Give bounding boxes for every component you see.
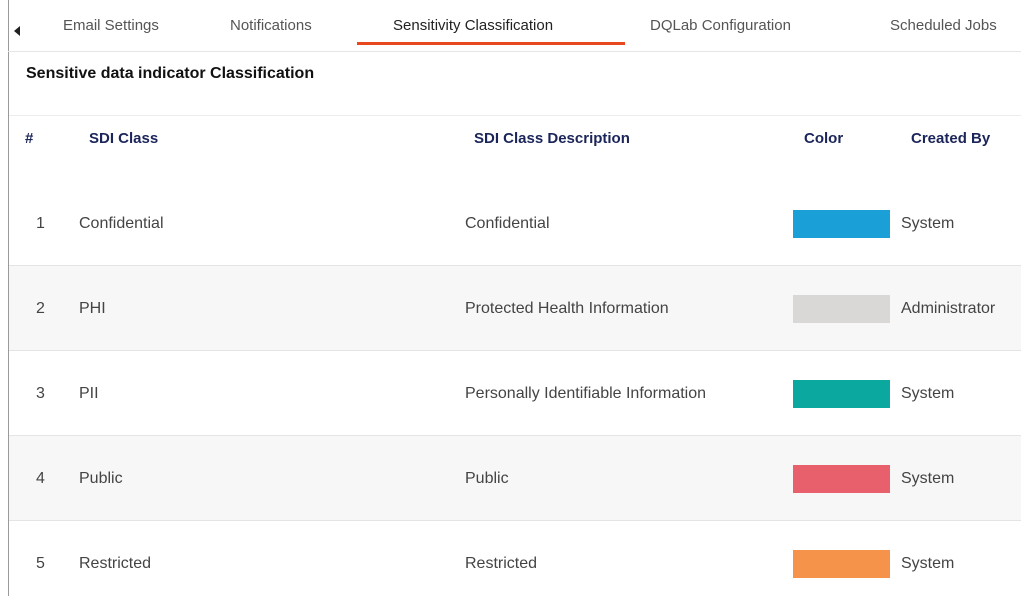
section-title: Sensitive data indicator Classification [26,65,315,82]
row-created-by: System [901,215,955,232]
row-sdi-class: PII [79,385,99,402]
row-sdi-class: Confidential [79,215,164,232]
row-index: 1 [36,215,45,232]
row-created-by: Administrator [901,300,996,317]
table-row[interactable]: 1 Confidential Confidential System [9,180,1021,265]
column-header-description[interactable]: SDI Class Description [474,130,630,147]
tab-sensitivity-classification[interactable]: Sensitivity Classification [393,17,553,34]
row-created-by: System [901,470,955,487]
tab-dqlab-configuration[interactable]: DQLab Configuration [650,17,791,34]
column-header-index[interactable]: # [25,130,33,147]
row-description: Personally Identifiable Information [465,385,707,402]
row-index: 5 [36,555,45,572]
row-created-by: System [901,555,955,572]
color-swatch [793,380,890,408]
color-swatch [793,465,890,493]
row-index: 4 [36,470,45,487]
tab-notifications[interactable]: Notifications [230,17,312,34]
row-sdi-class: PHI [79,300,106,317]
row-description: Restricted [465,555,538,572]
column-header-sdi-class[interactable]: SDI Class [89,130,158,147]
row-description: Confidential [465,215,550,232]
table-row[interactable]: 4 Public Public System [9,435,1021,520]
column-header-color[interactable]: Color [804,130,843,147]
row-sdi-class: Restricted [79,555,152,572]
row-sdi-class: Public [79,470,123,487]
row-description: Public [465,470,509,487]
row-index: 3 [36,385,45,402]
row-created-by: System [901,385,955,402]
tab-email-settings[interactable]: Email Settings [63,17,159,34]
color-swatch [793,295,890,323]
row-index: 2 [36,300,45,317]
column-header-created-by[interactable]: Created By [911,130,990,147]
table-row[interactable]: 5 Restricted Restricted System [9,520,1021,596]
row-description: Protected Health Information [465,300,669,317]
active-tab-indicator [357,42,625,45]
tab-bar: Email Settings Notifications Sensitivity… [8,0,1021,52]
color-swatch [793,210,890,238]
table-row[interactable]: 3 PII Personally Identifiable Informatio… [9,350,1021,435]
table-row[interactable]: 2 PHI Protected Health Information Admin… [9,265,1021,350]
tab-scheduled-jobs[interactable]: Scheduled Jobs [890,17,997,34]
section-divider [9,115,1021,116]
scroll-left-arrow-icon[interactable] [14,26,20,36]
color-swatch [793,550,890,578]
